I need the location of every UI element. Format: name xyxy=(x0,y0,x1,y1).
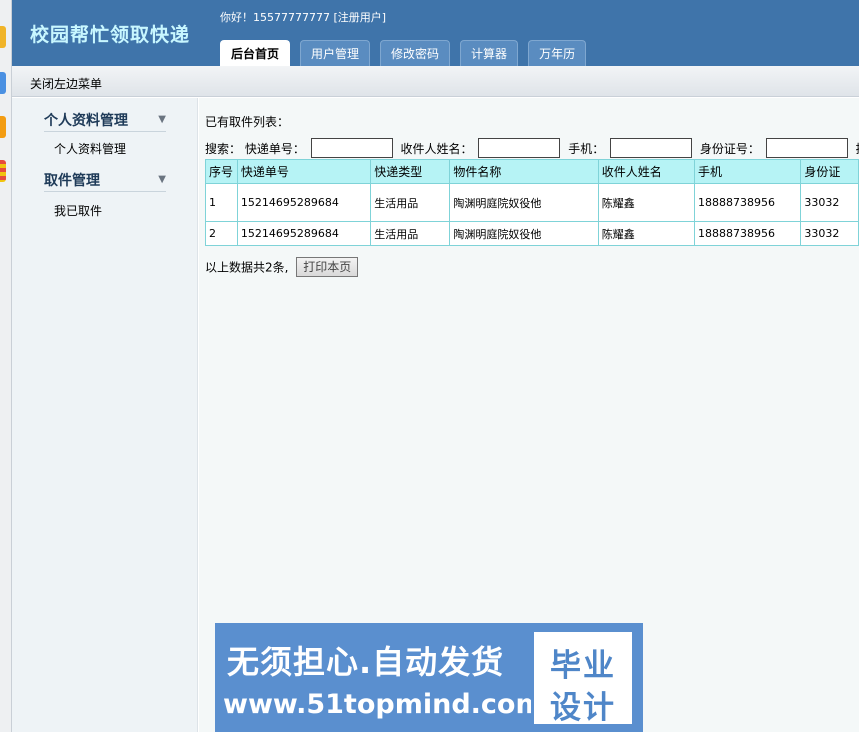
cell-recipient: 陈耀鑫 xyxy=(597,183,695,222)
cell-phone: 18888738956 xyxy=(693,221,802,246)
banner-slogan: 无须担心.自动发货 xyxy=(227,643,505,681)
sidebar-item-my-pickups[interactable]: 我已取件 xyxy=(54,202,102,219)
sidebar-section-title: 个人资料管理 xyxy=(44,113,128,129)
recipient-name-label: 收件人姓名： xyxy=(400,141,473,156)
cell-idcard: 33032 xyxy=(800,221,859,246)
table-footer: 以上数据共2条, 打印本页 xyxy=(205,257,359,277)
phone-input[interactable] xyxy=(610,138,693,158)
top-header: 校园帮忙领取快递 你好！15577777777 [注册用户] 后台首页 用户管理… xyxy=(12,0,859,66)
chevron-down-icon: ▼ xyxy=(158,174,166,185)
main-nav-tabs: 后台首页 用户管理 修改密码 计算器 万年历 xyxy=(220,40,587,66)
record-count: 以上数据共2条, xyxy=(205,260,289,275)
user-greeting: 你好！15577777777 [注册用户] xyxy=(220,11,387,24)
tracking-number-label: 快递单号： xyxy=(244,141,305,156)
cell-item-name: 陶渊明庭院奴役他 xyxy=(449,183,599,222)
sidebar-section-profile[interactable]: 个人资料管理 ▼ xyxy=(44,106,166,132)
watermark-banner: 无须担心.自动发货 www.51topmind.com 毕业 设计 xyxy=(215,623,643,732)
pickup-table: 序号 快递单号 快递类型 物件名称 收件人姓名 手机 身份证 1 1521469… xyxy=(205,159,859,246)
column-header-recipient: 收件人姓名 xyxy=(597,159,695,184)
column-header-type: 快递类型 xyxy=(370,159,451,184)
print-page-button[interactable]: 打印本页 xyxy=(296,257,359,277)
sidebar: 个人资料管理 ▼ 个人资料管理 取件管理 ▼ 我已取件 xyxy=(12,98,198,732)
column-header-phone: 手机 xyxy=(693,159,802,184)
id-card-label: 身份证号： xyxy=(699,141,760,156)
cell-index: 2 xyxy=(205,221,238,246)
search-prefix-label: 搜索： xyxy=(205,141,242,156)
sidebar-item-profile-management[interactable]: 个人资料管理 xyxy=(54,140,126,157)
cell-recipient: 陈耀鑫 xyxy=(597,221,695,246)
banner-url: www.51topmind.com xyxy=(223,689,544,720)
cell-item-name: 陶渊明庭院奴役他 xyxy=(449,221,599,246)
recipient-name-input[interactable] xyxy=(478,138,561,158)
app-icon-blue xyxy=(0,72,6,94)
phone-label: 手机： xyxy=(568,141,605,156)
tab-user-management[interactable]: 用户管理 xyxy=(300,40,371,66)
column-header-item-name: 物件名称 xyxy=(449,159,599,184)
table-header-row: 序号 快递单号 快递类型 物件名称 收件人姓名 手机 身份证 xyxy=(205,159,859,184)
sidebar-section-pickup[interactable]: 取件管理 ▼ xyxy=(44,166,166,192)
tab-change-password[interactable]: 修改密码 xyxy=(380,40,451,66)
badge-text-bottom: 设计 xyxy=(550,690,616,726)
cell-phone: 18888738956 xyxy=(693,183,802,222)
cell-tracking: 15214695289684 xyxy=(236,183,372,222)
site-title: 校园帮忙领取快递 xyxy=(30,24,191,46)
cell-tracking: 15214695289684 xyxy=(236,221,372,246)
app-icon-striped xyxy=(0,160,6,182)
tab-calculator[interactable]: 计算器 xyxy=(460,40,519,66)
tab-home[interactable]: 后台首页 xyxy=(220,40,291,66)
sort-label: 排序 xyxy=(856,140,859,157)
sub-toolbar: 关闭左边菜单 xyxy=(12,66,859,97)
id-card-input[interactable] xyxy=(765,138,848,158)
cell-idcard: 33032 xyxy=(800,183,859,222)
app-icon-orange xyxy=(0,116,6,138)
app-icon-yellow xyxy=(0,26,6,48)
table-row: 2 15214695289684 生活用品 陶渊明庭院奴役他 陈耀鑫 18888… xyxy=(205,221,859,246)
badge-text-top: 毕业 xyxy=(550,648,616,684)
table-row: 1 15214695289684 生活用品 陶渊明庭院奴役他 陈耀鑫 18888… xyxy=(205,183,859,222)
column-header-tracking: 快递单号 xyxy=(236,159,372,184)
search-bar: 搜索： 快递单号： 收件人姓名： 手机： 身份证号： 排序 xyxy=(205,138,859,160)
sidebar-section-title: 取件管理 xyxy=(44,173,100,189)
chevron-down-icon: ▼ xyxy=(158,114,166,125)
tab-calendar[interactable]: 万年历 xyxy=(528,40,587,66)
close-left-menu-link[interactable]: 关闭左边菜单 xyxy=(30,75,102,92)
column-header-idcard: 身份证 xyxy=(800,159,859,184)
cell-type: 生活用品 xyxy=(370,183,451,222)
tracking-number-input[interactable] xyxy=(310,138,393,158)
banner-badge: 毕业 设计 xyxy=(531,629,635,727)
list-title: 已有取件列表： xyxy=(205,115,290,129)
column-header-index: 序号 xyxy=(205,159,238,184)
cell-index: 1 xyxy=(205,183,238,222)
cell-type: 生活用品 xyxy=(370,221,451,246)
left-edge-strip xyxy=(0,0,12,732)
